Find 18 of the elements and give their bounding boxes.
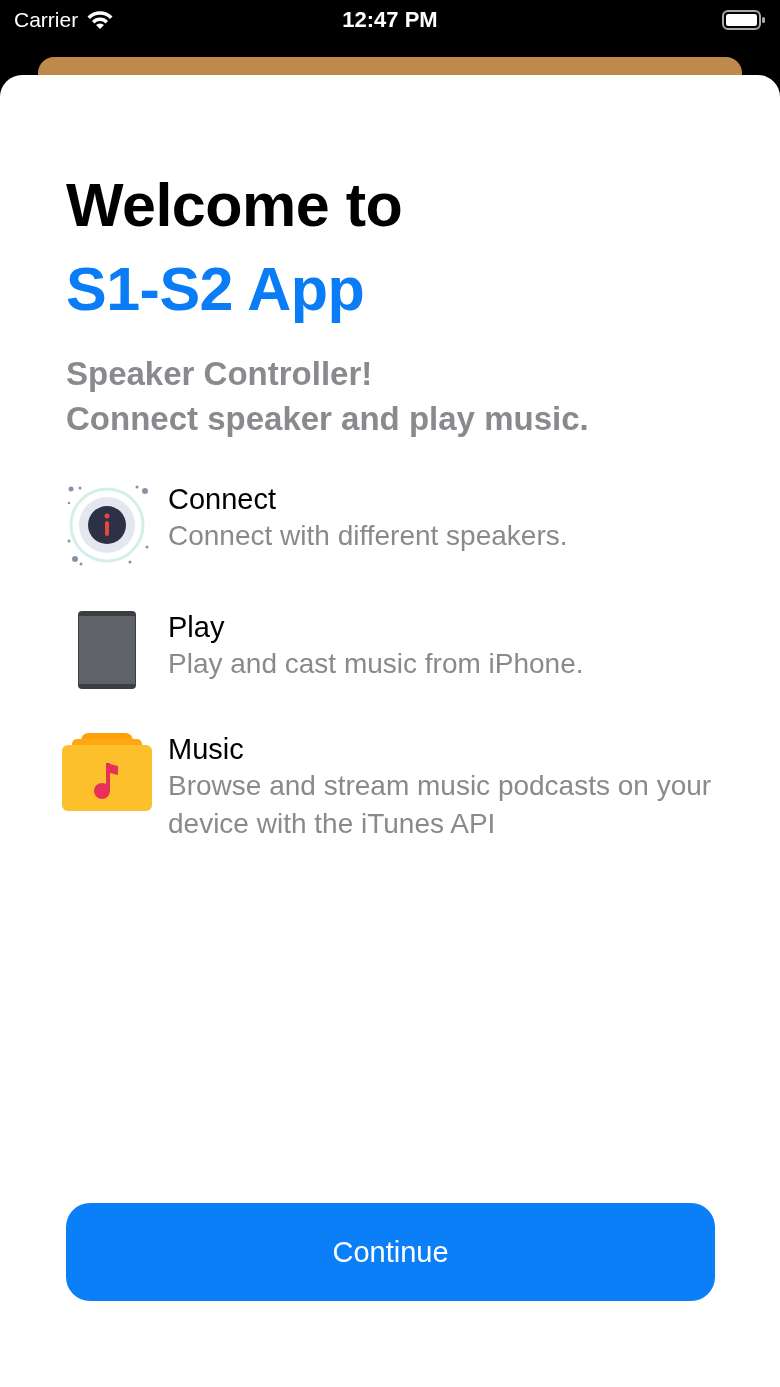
feature-title: Play [168, 610, 226, 645]
feature-description: Browse and stream music podcasts on your device with the iTunes API [168, 769, 713, 841]
carrier-name: Carrier [14, 8, 79, 32]
subtitle-line: Connect speaker and play music. [66, 399, 590, 439]
app-name: S1-S2 App [66, 254, 366, 325]
speaker-icon [78, 611, 136, 689]
welcome-title: Welcome to [66, 170, 404, 241]
wifi-icon [86, 10, 115, 30]
subtitle-line: Speaker Controller! [66, 354, 374, 394]
feature-title: Music [168, 732, 245, 767]
feature-description: Connect with different speakers. [168, 519, 568, 553]
continue-button[interactable]: Continue [66, 1203, 715, 1301]
music-folder-icon [62, 733, 152, 811]
info-icon [65, 483, 149, 567]
feature-title: Connect [168, 482, 277, 517]
feature-description: Play and cast music from iPhone. [168, 647, 584, 681]
battery-icon [722, 9, 766, 31]
clock-time: 12:47 PM [341, 7, 439, 33]
